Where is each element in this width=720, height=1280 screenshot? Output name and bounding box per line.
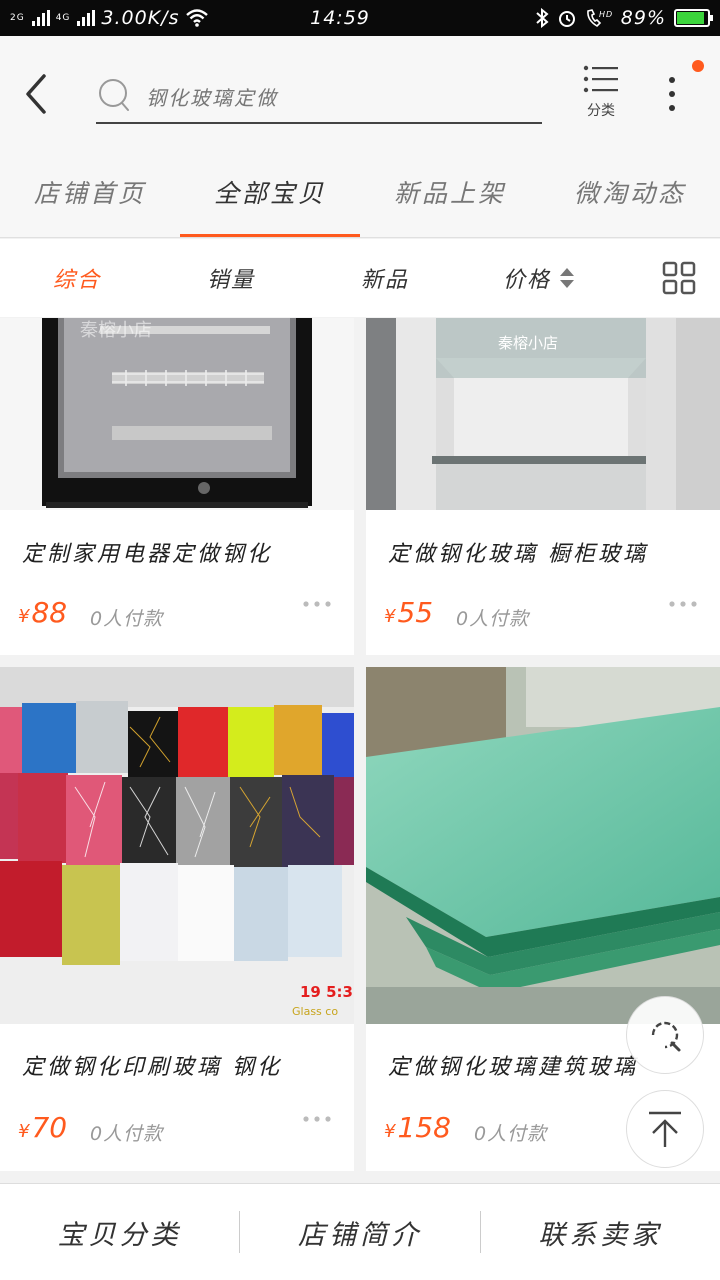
watermark: 秦榕小店 — [80, 320, 152, 341]
more-options-icon[interactable] — [302, 1114, 332, 1124]
more-options-icon[interactable] — [302, 599, 332, 609]
watermark: 秦榕小店 — [498, 334, 559, 352]
back-to-top-button[interactable] — [626, 1090, 704, 1168]
product-image-fridge[interactable]: 秦榕小店 — [0, 318, 354, 510]
currency-symbol: ¥ — [18, 1121, 30, 1142]
more-options-icon[interactable] — [668, 599, 698, 609]
product-price: ¥70 — [18, 1111, 67, 1144]
arrow-up-icon — [649, 1111, 681, 1147]
battery-percent: 89% — [620, 7, 666, 29]
payment-count: 0人付款 — [456, 608, 530, 630]
list-icon — [583, 65, 618, 93]
payment-count: 0人付款 — [90, 1123, 164, 1145]
printed-glass-image: 19 5:3 Glass co — [0, 667, 354, 1024]
clock: 14:59 — [310, 7, 370, 29]
sort-sales[interactable]: 销量 — [154, 262, 308, 294]
tab-shop-home[interactable]: 店铺首页 — [0, 146, 180, 237]
sort-new[interactable]: 新品 — [308, 262, 462, 294]
product-price: ¥55 — [384, 596, 433, 629]
currency-symbol: ¥ — [18, 606, 30, 627]
hd-call-icon: HD — [586, 9, 613, 28]
overlay-number: 19 5:3 — [300, 983, 353, 1001]
nav-item-contact-seller[interactable]: 联系卖家 — [481, 1213, 720, 1252]
nav-item-shop-intro[interactable]: 店铺简介 — [240, 1213, 479, 1252]
currency-symbol: ¥ — [384, 1121, 396, 1142]
price-value: 158 — [397, 1111, 451, 1144]
product-title[interactable]: 定做钢化玻璃 橱柜玻璃 — [388, 536, 720, 568]
svg-text:HD: HD — [599, 10, 613, 19]
sort-price-label: 价格 — [502, 268, 551, 293]
signal-icon — [31, 10, 50, 26]
network-2g-label: 2G — [10, 12, 25, 23]
sort-arrows-icon — [560, 268, 574, 288]
payment-count: 0人付款 — [474, 1123, 548, 1145]
payment-count: 0人付款 — [90, 608, 164, 630]
signal-icon-2 — [77, 10, 96, 26]
header: 钢化玻璃定做 分类 — [0, 36, 720, 146]
nav-item-categories[interactable]: 宝贝分类 — [0, 1213, 239, 1252]
search-bar[interactable]: 钢化玻璃定做 — [96, 70, 542, 124]
network-speed: 3.00K/s — [101, 7, 180, 29]
sort-overall-label: 综合 — [52, 268, 101, 293]
sort-new-label: 新品 — [360, 268, 409, 293]
price-value: 70 — [31, 1111, 68, 1144]
find-similar-button[interactable] — [626, 996, 704, 1074]
tab-all-items[interactable]: 全部宝贝 — [180, 146, 360, 237]
sort-bar: 综合 销量 新品 价格 — [0, 239, 720, 317]
tab-new-arrivals[interactable]: 新品上架 — [360, 146, 540, 237]
status-bar: 2G 4G 3.00K/s 14:59 HD 89% — [0, 0, 720, 36]
price-value: 88 — [31, 596, 68, 629]
product-title[interactable]: 定制家用电器定做钢化 — [22, 536, 354, 568]
sort-overall[interactable]: 综合 — [0, 262, 154, 294]
back-button[interactable] — [18, 72, 58, 116]
search-similar-icon — [651, 1021, 681, 1052]
sort-price[interactable]: 价格 — [462, 262, 616, 294]
sort-sales-label: 销量 — [206, 268, 255, 293]
category-button[interactable]: 分类 — [570, 64, 632, 134]
battery-icon — [674, 9, 713, 27]
price-value: 55 — [397, 596, 434, 629]
product-card[interactable]: 19 5:3 Glass co 定做钢化印刷玻璃 钢化 ¥70 0人付款 — [0, 667, 354, 1171]
shop-tabs: 店铺首页 全部宝贝 新品上架 微淘动态 — [0, 146, 720, 238]
product-card[interactable]: 秦榕小店 定制家用电器定做钢化 ¥88 0人付款 — [0, 318, 354, 655]
network-type: 2G — [10, 12, 25, 23]
network-type-4g: 4G — [55, 12, 71, 23]
green-glass-image — [366, 667, 720, 1024]
category-label: 分类 — [587, 103, 615, 119]
product-image-green-glass[interactable] — [366, 667, 720, 1024]
bluetooth-icon — [536, 8, 549, 28]
fridge-image — [0, 318, 354, 510]
tab-weitao-feed[interactable]: 微淘动态 — [540, 146, 720, 237]
grid-view-icon[interactable] — [662, 261, 696, 295]
notification-dot — [692, 60, 704, 72]
product-image-cabinet[interactable]: 秦榕小店 — [366, 318, 720, 510]
battery-level — [677, 12, 704, 24]
wifi-icon — [186, 9, 209, 27]
product-price: ¥88 — [18, 596, 67, 629]
overlay-small: Glass co — [292, 1005, 338, 1018]
search-input[interactable]: 钢化玻璃定做 — [146, 82, 278, 111]
product-title[interactable]: 定做钢化印刷玻璃 钢化 — [22, 1049, 354, 1081]
currency-symbol: ¥ — [384, 606, 396, 627]
more-menu-icon[interactable] — [660, 74, 684, 114]
product-image-printed-glass[interactable]: 19 5:3 Glass co — [0, 667, 354, 1024]
network-4g-label: 4G — [55, 12, 71, 23]
alarm-icon — [558, 11, 575, 27]
product-price: ¥158 — [384, 1111, 451, 1144]
search-icon — [99, 79, 129, 111]
product-card[interactable]: 秦榕小店 定做钢化玻璃 橱柜玻璃 ¥55 0人付款 — [366, 318, 720, 655]
bottom-nav: 宝贝分类 店铺简介 联系卖家 — [0, 1183, 720, 1280]
